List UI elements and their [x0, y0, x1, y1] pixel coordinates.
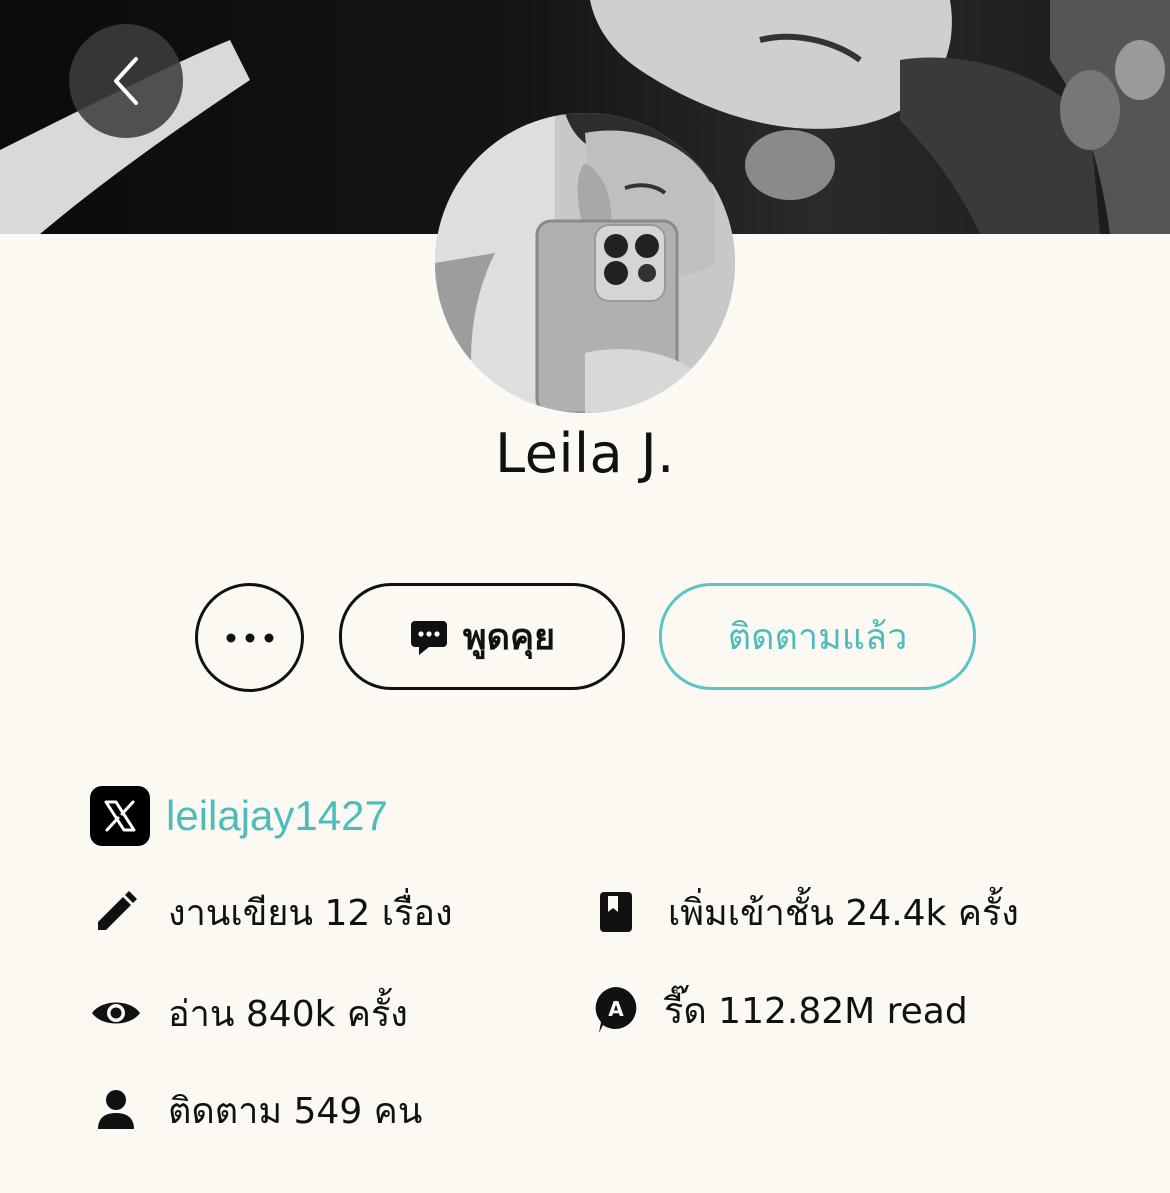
pencil-icon	[90, 886, 142, 938]
book-bookmark-icon	[590, 886, 642, 938]
x-logo-icon	[90, 786, 150, 846]
chevron-left-icon	[114, 57, 138, 105]
stat-followers-text: ติดตาม 549 คน	[168, 1090, 423, 1132]
stat-works: งานเขียน 12 เรื่อง	[90, 882, 453, 942]
stat-reads-text: อ่าน 840k ครั้ง	[168, 993, 408, 1035]
back-button[interactable]	[69, 24, 183, 138]
svg-text:A: A	[608, 997, 624, 1021]
stat-reed: A รี๊ด 112.82M read	[590, 980, 968, 1040]
person-icon	[90, 1084, 142, 1136]
stat-reads: อ่าน 840k ครั้ง	[90, 983, 408, 1043]
action-button-row: พูดคุย ติดตามแล้ว	[0, 583, 1170, 692]
chat-button-label: พูดคุย	[462, 617, 556, 658]
stat-followers: ติดตาม 549 คน	[90, 1080, 422, 1140]
following-button-label: ติดตามแล้ว	[727, 617, 908, 658]
eye-icon	[90, 987, 142, 1039]
coin-badge-icon: A	[590, 984, 642, 1036]
stat-reed-text: รี๊ด 112.82M read	[664, 990, 968, 1032]
stat-library-text: เพิ่มเข้าชั้น 24.4k ครั้ง	[668, 892, 1019, 934]
more-options-button[interactable]	[195, 583, 304, 692]
chat-button[interactable]: พูดคุย	[339, 583, 625, 690]
x-account-link[interactable]: leilajay1427	[90, 786, 388, 846]
stat-works-text: งานเขียน 12 เรื่อง	[168, 892, 453, 934]
avatar[interactable]	[435, 113, 735, 413]
x-handle[interactable]: leilajay1427	[166, 792, 388, 840]
ellipsis-icon	[226, 633, 273, 642]
stat-library: เพิ่มเข้าชั้น 24.4k ครั้ง	[590, 882, 1019, 942]
following-button[interactable]: ติดตามแล้ว	[659, 583, 976, 690]
profile-name: Leila J.	[495, 422, 675, 485]
chat-bubble-icon	[410, 620, 447, 655]
